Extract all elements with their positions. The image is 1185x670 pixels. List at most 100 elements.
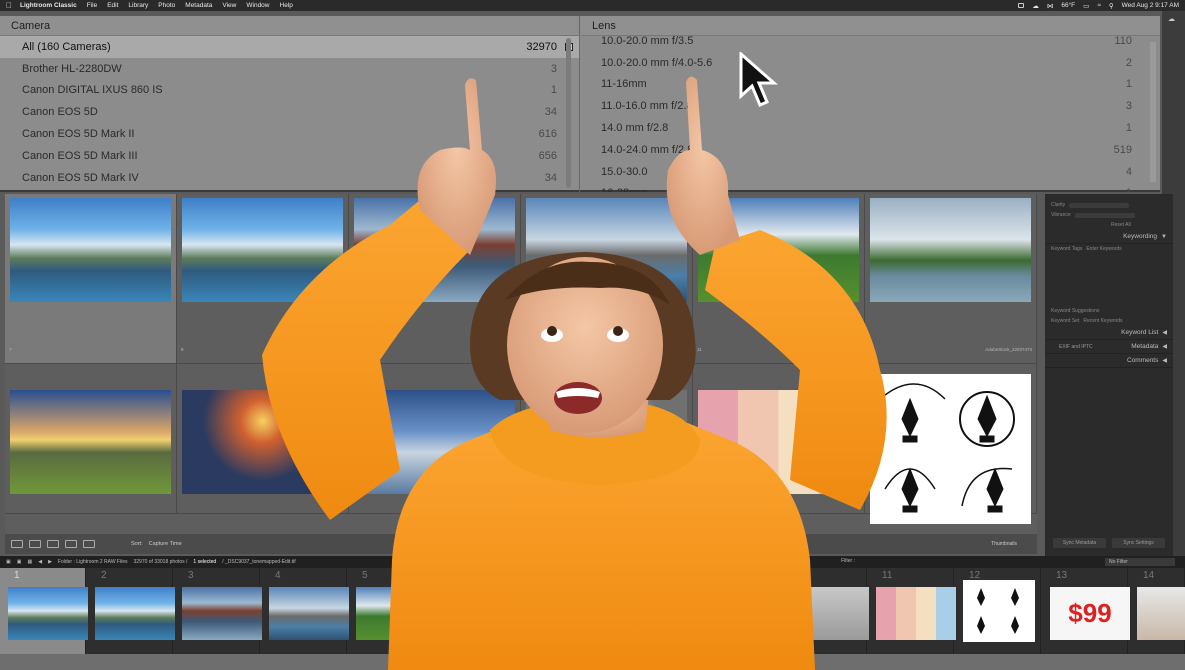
menu-view[interactable]: View [222,2,236,9]
grid-cell[interactable] [521,194,693,364]
thumbnail[interactable] [698,390,859,494]
survey-view-icon[interactable] [65,540,77,548]
filmstrip-cell[interactable]: 14 [1129,568,1185,654]
app-menu-name[interactable]: Lightroom Classic [20,2,77,9]
lens-row[interactable]: 16-28mm1 [581,183,1160,192]
metadata-header[interactable]: EXIF and IPTC Metadata ◀ [1045,340,1173,354]
thumbnail-pen-tool[interactable] [870,374,1031,524]
sort-select[interactable]: Capture Time [149,541,182,547]
weather-readout[interactable]: 66°F [1061,2,1075,9]
cloud-sync-icon[interactable]: ☁ [1168,15,1185,23]
filmstrip-cell[interactable]: 5 [348,568,436,654]
battery-icon[interactable]: ▭ [1083,2,1089,10]
filmstrip-thumb[interactable] [95,587,175,640]
bluetooth-icon[interactable]: ⋈ [1047,2,1054,10]
grid-cell[interactable] [349,194,521,364]
menu-library[interactable]: Library [128,2,148,9]
filmstrip-scroll-area[interactable] [0,654,1185,670]
grid-cell[interactable]: 12 AdobeStock_22037473 [865,344,1037,524]
vibrance-buttons[interactable] [1074,212,1135,218]
filmstrip-cell[interactable]: 4 [261,568,349,654]
grid-cell[interactable] [5,194,177,364]
grid-cell[interactable]: 7 [5,344,177,514]
keyword-set-select[interactable]: Recent Keywords [1083,318,1122,324]
secondary-window-icon[interactable]: ▣ [17,559,22,565]
thumbnail[interactable] [354,198,515,302]
screen-icon[interactable] [1018,3,1025,8]
menu-window[interactable]: Window [246,2,269,9]
thumbnail[interactable] [526,198,687,302]
camera-row[interactable]: Brother HL-2280DW 3 [0,58,579,80]
folder-path[interactable]: Folder : Lightroom 2 RAW Files [58,559,128,565]
camera-row[interactable]: Canon EOS 5D 34 [0,101,579,123]
back-arrow-icon[interactable]: ◀ [38,559,42,565]
menu-edit[interactable]: Edit [107,2,118,9]
camera-row-all[interactable]: All (160 Cameras) 32970 [0,36,579,58]
metadata-preset-select[interactable]: EXIF and IPTC [1059,344,1093,350]
thumbnail[interactable] [10,390,171,494]
keyword-tags-select[interactable]: Enter Keywords [1086,246,1121,252]
filmstrip-cell[interactable]: 11 [868,568,956,654]
compare-view-icon[interactable] [47,540,59,548]
camera-row[interactable]: Canon DIGITAL IXUS 860 IS 1 [0,80,579,102]
loupe-view-icon[interactable] [29,540,41,548]
filmstrip-thumb[interactable] [876,587,956,640]
menu-file[interactable]: File [87,2,97,9]
cloud-icon[interactable]: ☁ [1032,2,1039,10]
grid-cell[interactable] [693,194,865,364]
sync-metadata-button[interactable]: Sync Metadata [1053,538,1106,548]
thumbnail[interactable] [182,390,343,494]
filmstrip-thumb[interactable] [8,587,88,640]
keyword-suggestions-row[interactable]: Keyword Suggestions [1045,306,1173,316]
thumbnails-size-label[interactable]: Thumbnails [991,541,1017,547]
lens-row[interactable]: 15.0-30.0 4 [581,161,1160,183]
keyword-entry-area[interactable] [1045,254,1173,306]
lens-row[interactable]: 11-16mm 1 [581,74,1160,96]
filmstrip-thumb-price[interactable]: $99 [1050,587,1130,640]
keyword-list-header[interactable]: Keyword List ◀ [1045,326,1173,340]
filmstrip-thumb[interactable] [269,587,349,640]
apple-icon[interactable]:  [6,1,12,10]
filter-select[interactable]: No Filter [1105,558,1175,566]
thumbnail[interactable] [354,390,515,494]
sync-settings-button[interactable]: Sync Settings [1112,538,1165,548]
lens-row[interactable]: 11.0-16.0 mm f/2.8 3 [581,95,1160,117]
camera-row[interactable]: Canon EOS 5D Mark II 616 [0,123,579,145]
filmstrip-cell[interactable]: 3 [174,568,262,654]
camera-column-header[interactable]: Camera [0,16,579,36]
menu-metadata[interactable]: Metadata [185,2,212,9]
filmstrip-cell[interactable]: 13 $99 [1042,568,1130,654]
search-icon[interactable]: ⚲ [1109,2,1114,10]
thumbnail[interactable] [10,198,171,302]
grid-cell[interactable]: 9 [349,344,521,514]
camera-row[interactable]: Canon EOS 5D Mark IV 34 [0,167,579,189]
clarity-buttons[interactable] [1069,202,1130,208]
comments-header[interactable]: Comments ◀ [1045,354,1173,368]
filmstrip-cell[interactable]: 2 [87,568,175,654]
filmstrip-cell[interactable]: 10 [781,568,869,654]
lens-column-header[interactable]: Lens [581,16,1160,36]
thumbnail[interactable] [526,390,687,494]
grid-icon[interactable]: ▦ [27,559,32,565]
grid-cell[interactable] [177,194,349,364]
keywording-header[interactable]: Keywording ▼ [1045,230,1173,244]
thumbnail[interactable] [870,198,1031,302]
filmstrip-thumb[interactable] [356,587,436,640]
camera-row[interactable]: Canon EOS 5D Mark III 656 [0,145,579,167]
lens-row[interactable]: 10.0-20.0 mm f/4.0-5.6 2 [581,52,1160,74]
forward-arrow-icon[interactable]: ▶ [48,559,52,565]
primary-window-icon[interactable]: ▣ [6,559,11,565]
grid-cell[interactable] [865,194,1037,364]
grid-view-icon[interactable] [11,540,23,548]
grid-cell[interactable]: 10 [521,344,693,514]
lens-row[interactable]: 14.0 mm f/2.8 1 [581,117,1160,139]
filmstrip-cell[interactable]: 1 [0,568,88,654]
reset-all-button[interactable]: Reset All [1111,222,1131,228]
grid-cell[interactable]: 8 _DSC4761_tonemapped [177,344,349,514]
clock[interactable]: Wed Aug 2 9:17 AM [1122,2,1179,9]
thumbnail[interactable] [698,198,859,302]
filmstrip-cell[interactable]: 12 [955,568,1041,654]
filmstrip-thumb[interactable] [1137,587,1185,640]
filmstrip-thumb[interactable] [789,587,869,640]
camera-scrollbar[interactable] [566,38,571,188]
